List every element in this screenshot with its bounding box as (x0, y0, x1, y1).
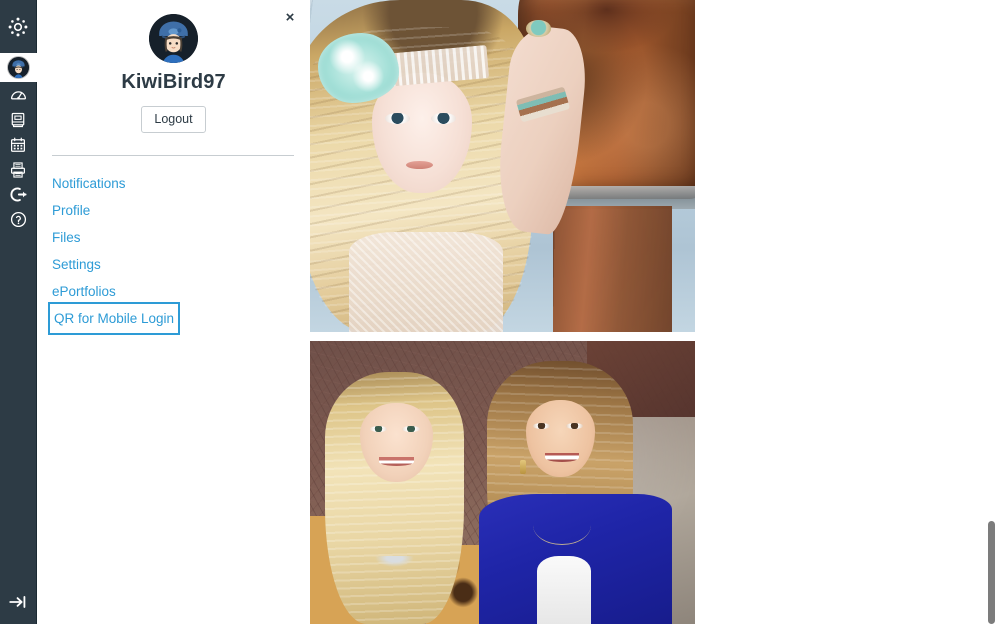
white-top (537, 556, 592, 624)
page-scrollbar[interactable] (984, 0, 998, 624)
rusty-pipe (552, 205, 672, 332)
app-root: × KiwiBird97 Logout Notifications Profil… (0, 0, 998, 624)
sidebar-item-dashboard[interactable] (0, 82, 37, 107)
list-item: Profile (52, 197, 310, 224)
dashboard-icon (10, 91, 26, 100)
logout-button[interactable]: Logout (141, 106, 206, 133)
list-item: QR for Mobile Login (47, 302, 310, 335)
profile-tray-links: Notifications Profile Files Settings ePo… (37, 156, 310, 335)
tray-link-notifications[interactable]: Notifications (52, 170, 128, 197)
sidebar-item-help[interactable] (0, 207, 37, 232)
logout-arrow-icon (9, 187, 27, 202)
teal-flower (317, 33, 399, 103)
list-item: Files (52, 224, 310, 251)
lips (406, 161, 434, 169)
photo-image (310, 341, 695, 624)
smile-left-woman (379, 457, 414, 466)
tray-link-settings[interactable]: Settings (52, 251, 103, 278)
smile-right-woman (544, 452, 580, 462)
profile-tray: × KiwiBird97 Logout Notifications Profil… (37, 0, 310, 624)
calendar-icon (11, 137, 25, 152)
content-area (310, 0, 998, 624)
sidebar-item-calendar[interactable] (0, 132, 37, 157)
sidebar-item-courses[interactable] (0, 107, 37, 132)
global-navigation (0, 0, 37, 624)
tray-link-profile[interactable]: Profile (52, 197, 92, 224)
photo-two-women[interactable] (310, 341, 695, 624)
tray-link-eportfolios[interactable]: ePortfolios (52, 278, 118, 305)
earring (519, 459, 526, 474)
page-title: KiwiBird97 (121, 71, 226, 93)
sidebar-item-account[interactable] (0, 53, 37, 82)
close-icon[interactable]: × (279, 6, 301, 28)
sidebar-item-logout[interactable] (0, 182, 37, 207)
avatar[interactable] (149, 14, 198, 63)
gold-pendant (554, 539, 571, 549)
list-item: Settings (52, 251, 310, 278)
tray-link-qr-for-mobile-login[interactable]: QR for Mobile Login (47, 302, 181, 335)
nav-expand-button[interactable] (0, 580, 37, 624)
list-item: ePortfolios (52, 278, 310, 305)
necklace-left-woman (375, 556, 414, 568)
turquoise-ring (525, 19, 551, 37)
expand-arrow-icon (9, 596, 26, 608)
user-avatar-icon (149, 14, 198, 63)
help-question-icon (10, 211, 26, 228)
tray-link-files[interactable]: Files (52, 224, 83, 251)
photo-image (310, 0, 695, 332)
inbox-tray-icon (11, 161, 25, 178)
list-item: Notifications (52, 170, 310, 197)
photo-girl-headband[interactable] (310, 0, 695, 332)
profile-tray-header: KiwiBird97 Logout (37, 0, 310, 133)
canvas-logo-icon[interactable] (0, 0, 37, 53)
courses-book-icon (11, 112, 25, 127)
user-avatar-icon (7, 57, 29, 78)
sidebar-item-inbox[interactable] (0, 157, 37, 182)
lace-dress (348, 232, 503, 332)
scrollbar-thumb[interactable] (988, 521, 995, 624)
